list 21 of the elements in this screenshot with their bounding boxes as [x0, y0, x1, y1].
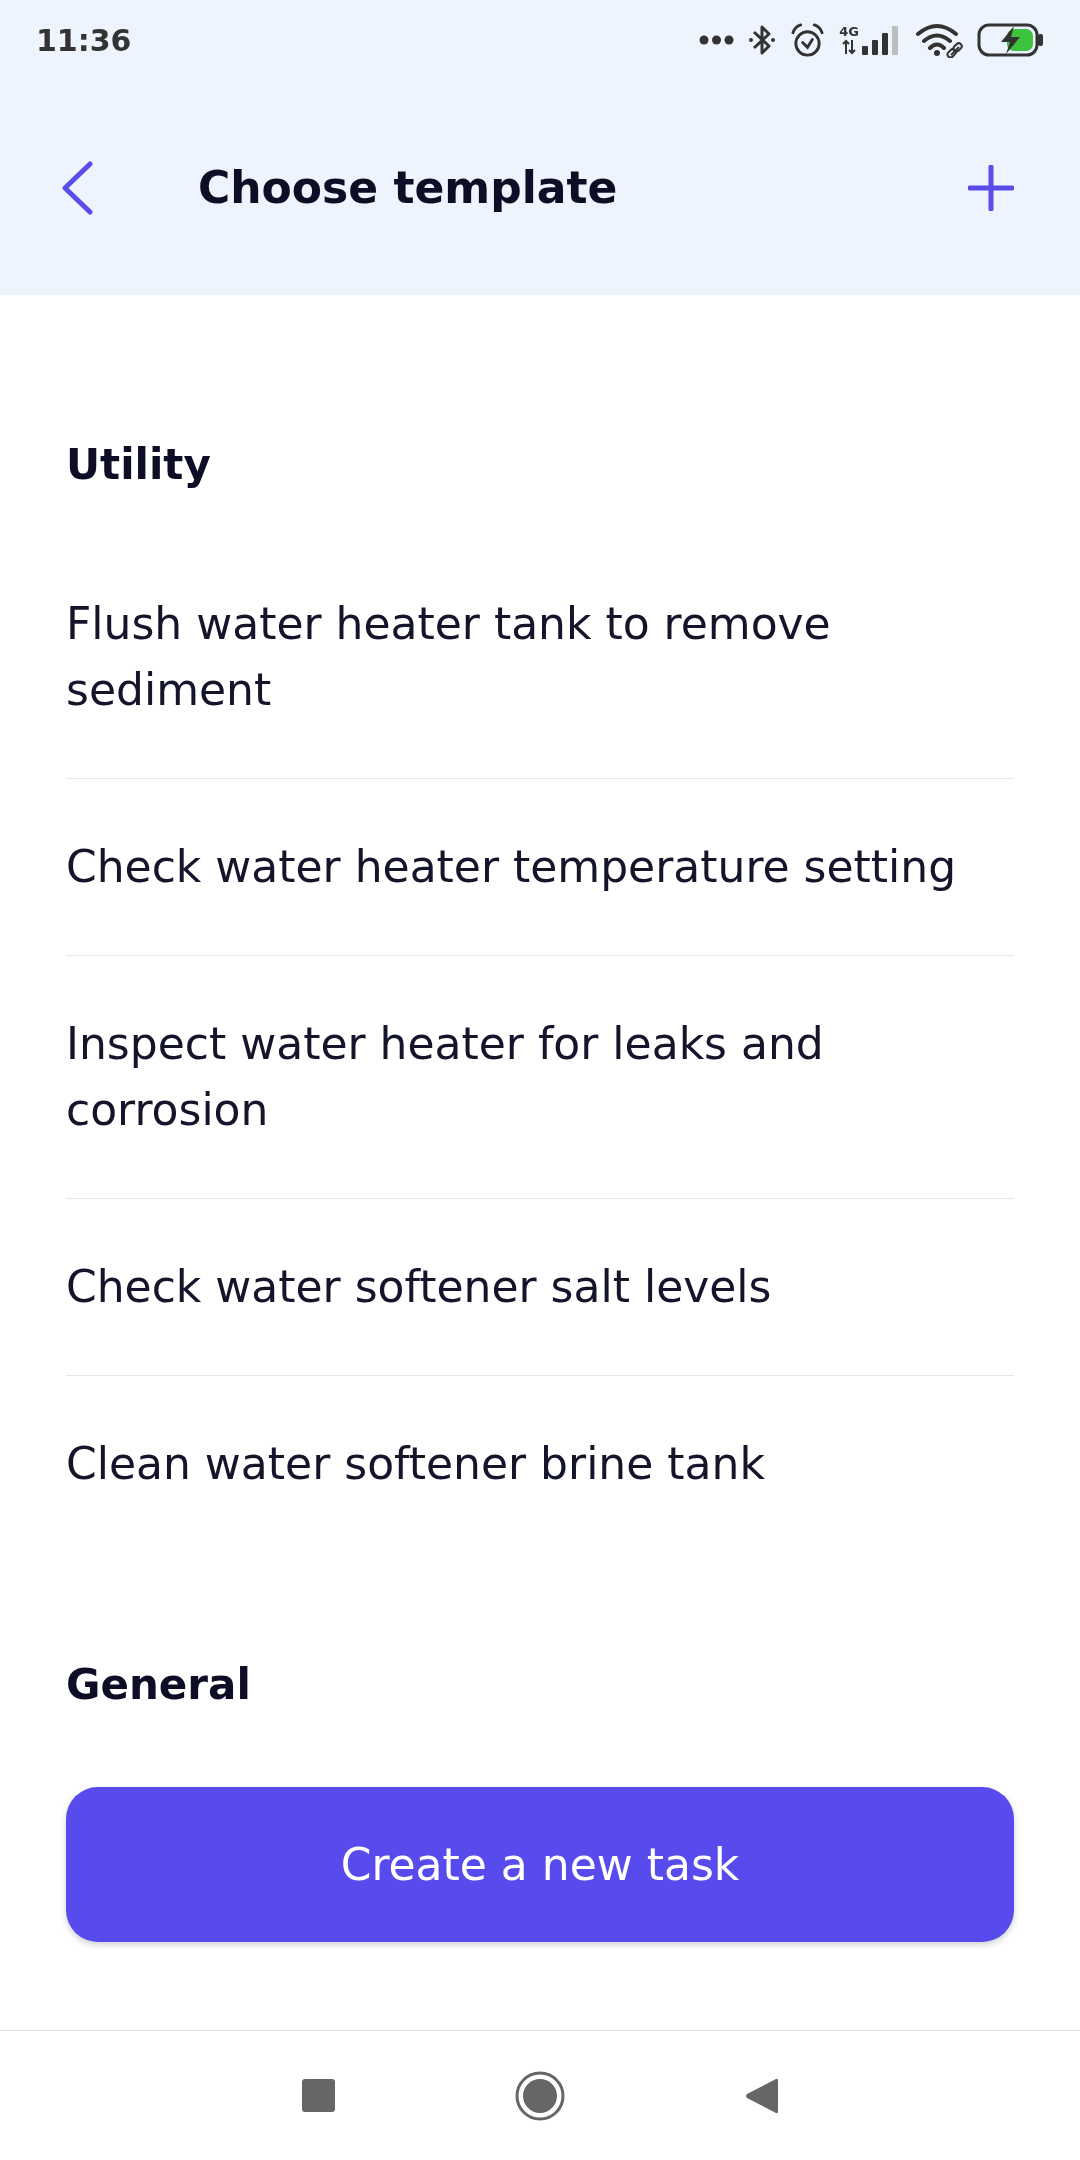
template-item[interactable]: Check water heater temperature setting [66, 779, 1014, 956]
section-heading: Utility [66, 440, 212, 490]
screen-title: Choose template [198, 162, 618, 213]
clock-time: 11:36 [36, 22, 132, 58]
battery-charging-icon [977, 23, 1045, 57]
wifi-icon [915, 22, 963, 58]
template-item[interactable]: Inspect water heater for leaks and corrosion [66, 956, 1014, 1199]
back-triangle-icon[interactable] [745, 2076, 778, 2115]
dots-icon [699, 35, 735, 45]
network-type-label: 4G [839, 25, 859, 39]
plus-icon[interactable] [968, 164, 1014, 211]
section-heading: General [66, 1660, 252, 1710]
signal-icon [861, 25, 901, 55]
create-task-button[interactable]: Create a new task [66, 1787, 1014, 1942]
data-arrows-icon [842, 39, 857, 55]
home-circle-icon[interactable] [515, 2070, 565, 2121]
alarm-clock-icon [790, 22, 826, 58]
template-item[interactable]: Clean water softener brine tank [66, 1376, 1014, 1552]
template-item[interactable]: Flush water heater tank to remove sediment [66, 536, 1014, 779]
template-item[interactable]: Check water softener salt levels [66, 1199, 1014, 1376]
back-icon[interactable] [61, 160, 93, 215]
